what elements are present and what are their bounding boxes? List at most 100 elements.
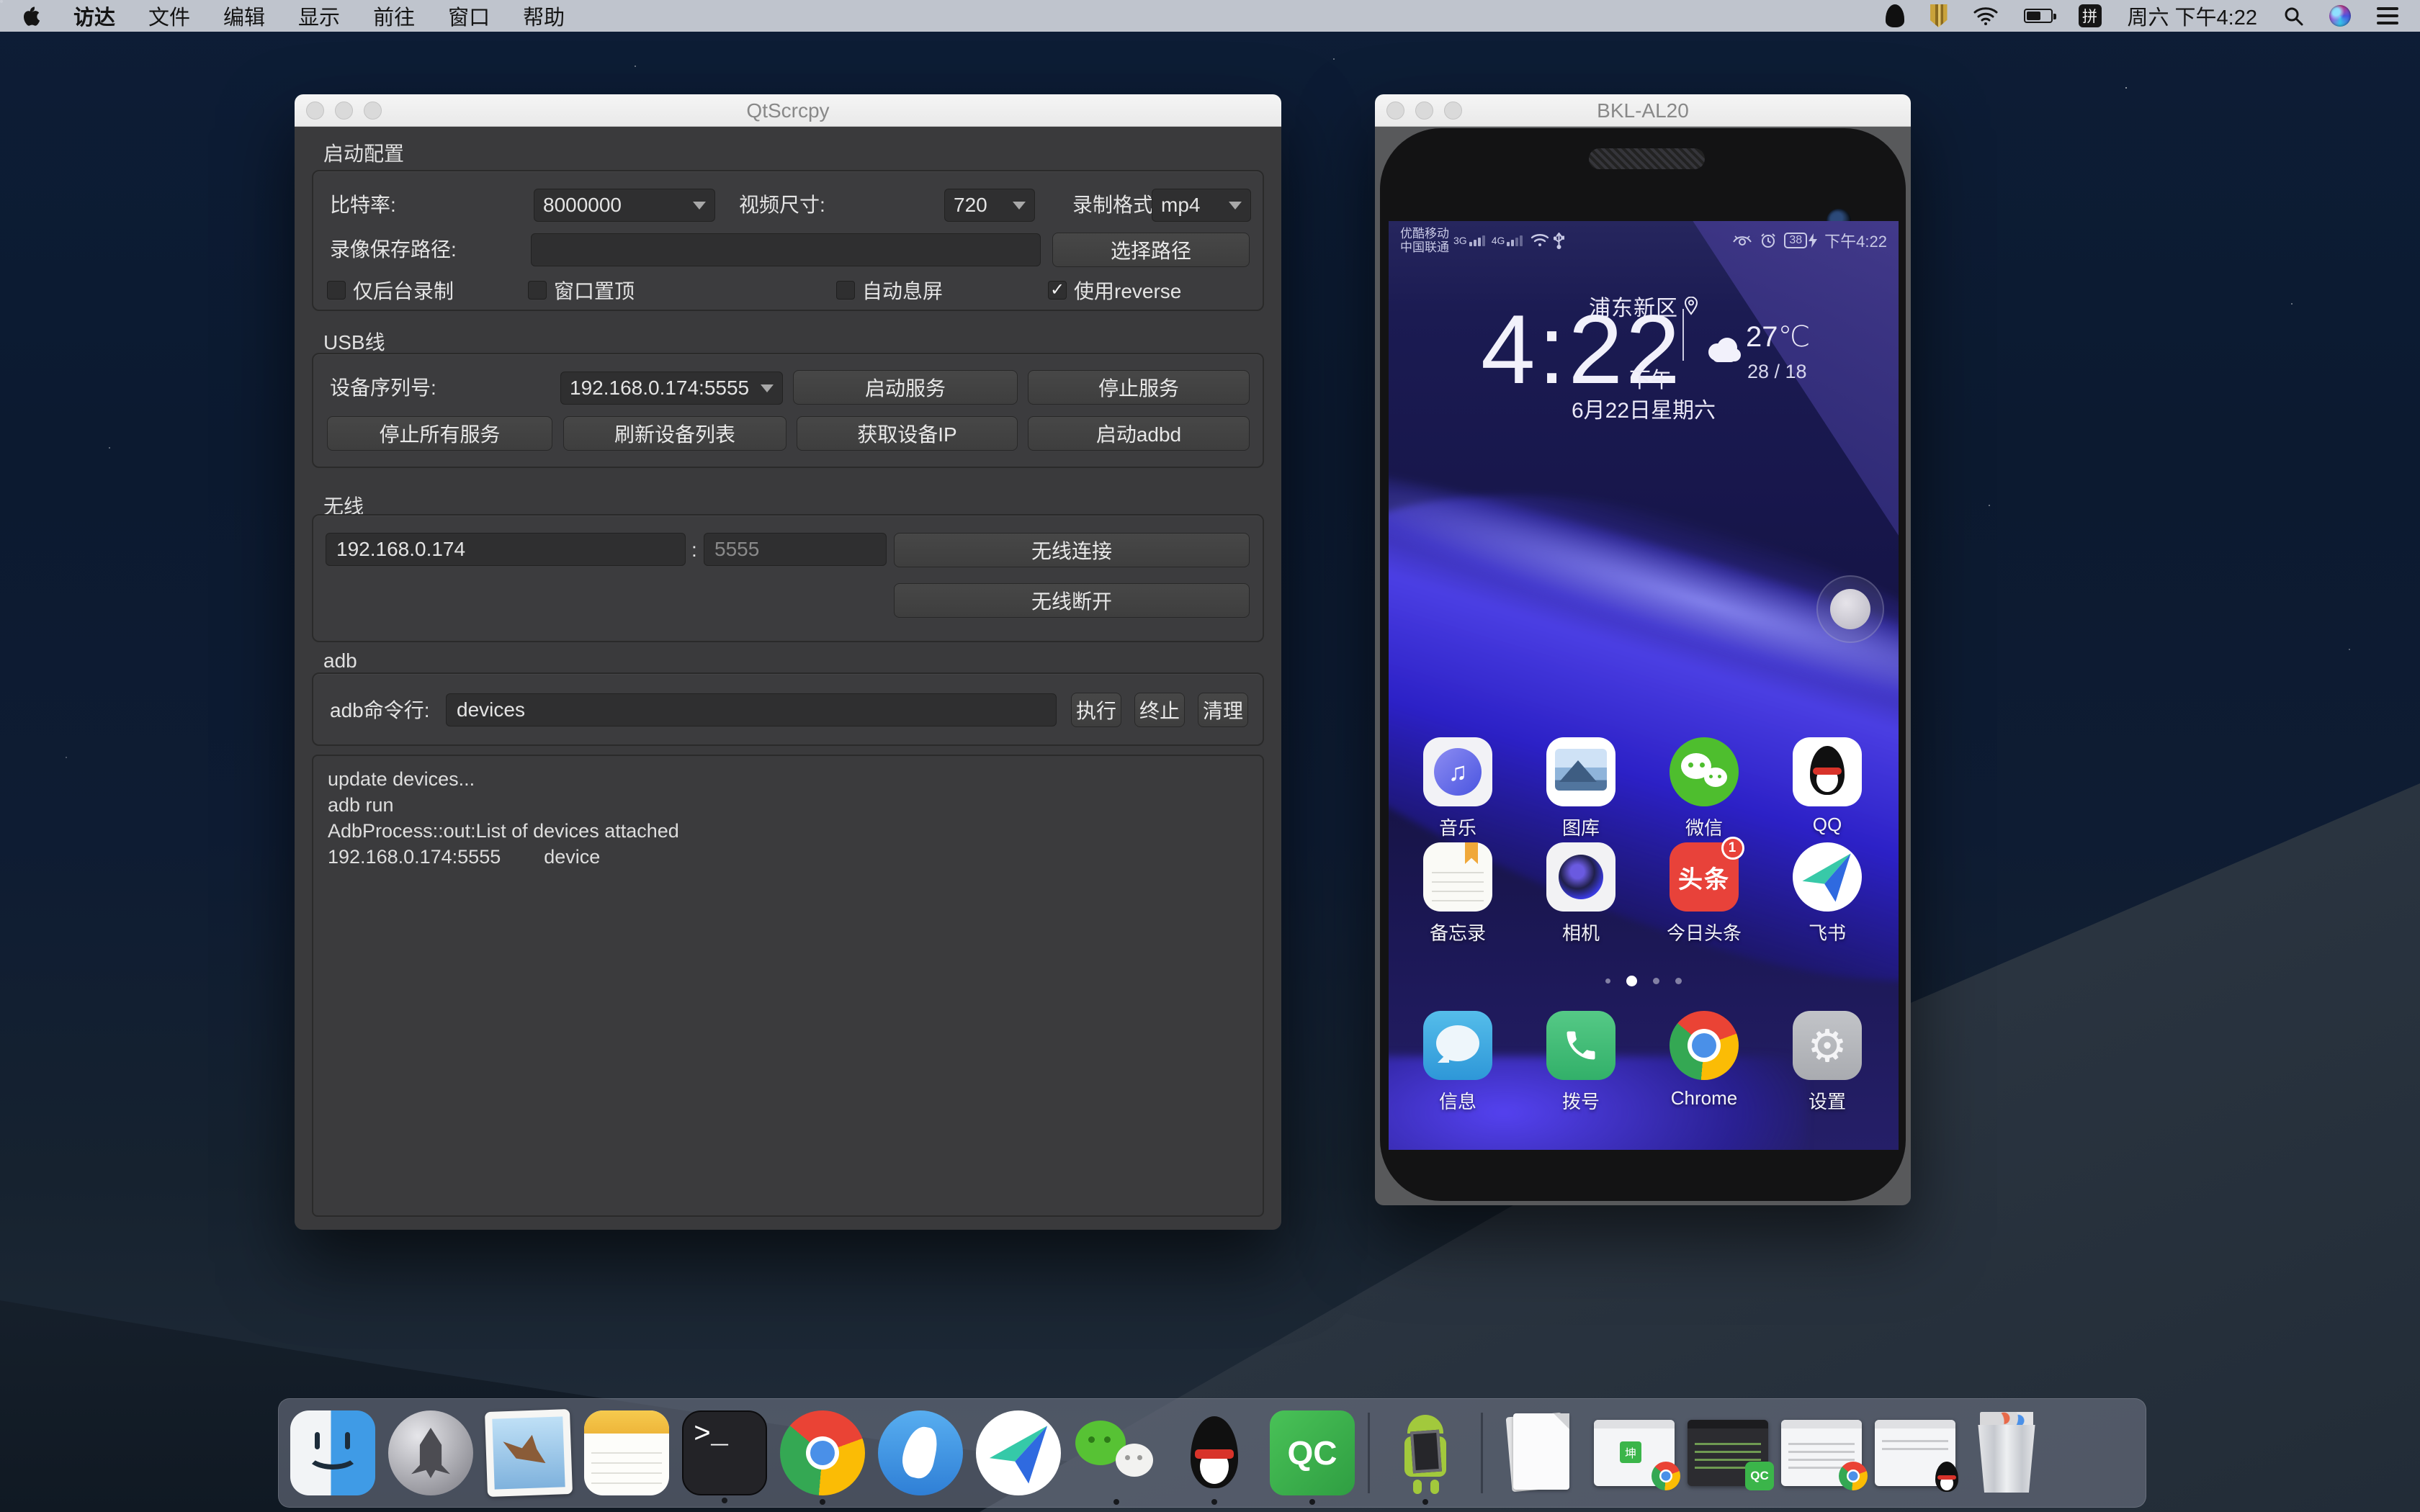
minimize-button[interactable]	[335, 102, 353, 120]
checkbox-box-checked[interactable]: ✓	[1048, 281, 1067, 300]
serial-combobox[interactable]: 192.168.0.174:5555	[560, 372, 783, 405]
zoom-button[interactable]	[364, 102, 382, 120]
wireless-port-input[interactable]	[704, 533, 887, 566]
log-line: update devices...	[328, 766, 1248, 792]
adb-cmd-input[interactable]	[446, 693, 1057, 726]
menu-finder[interactable]: 访达	[73, 1, 115, 31]
checkbox-box[interactable]	[836, 281, 855, 300]
bitrate-label: 比特率:	[330, 189, 396, 222]
stop-service-button[interactable]: 停止服务	[1028, 370, 1250, 405]
record-format-combobox[interactable]: mp4	[1152, 189, 1251, 222]
shield-icon[interactable]	[1930, 4, 1948, 27]
assistive-ball-dot[interactable]	[1830, 589, 1870, 629]
checkbox-always-on-top[interactable]: 窗口置顶	[528, 279, 635, 301]
phone-screen[interactable]: 优酷移动 中国联通 3G 4G	[1389, 221, 1899, 1150]
battery-icon[interactable]	[2024, 9, 2053, 23]
choose-path-button[interactable]: 选择路径	[1052, 233, 1250, 267]
messages-icon	[1423, 1011, 1492, 1080]
app-toutiao[interactable]: 头条 1 今日头条	[1650, 842, 1758, 945]
start-adbd-button[interactable]: 启动adbd	[1028, 416, 1250, 451]
qtscrcpy-titlebar[interactable]: QtScrcpy	[295, 94, 1281, 127]
menu-go[interactable]: 前往	[373, 1, 415, 31]
running-indicator	[820, 1499, 825, 1505]
get-device-ip-button[interactable]: 获取设备IP	[797, 416, 1018, 451]
app-gallery[interactable]: 图库	[1527, 737, 1635, 840]
input-method-icon[interactable]: 拼	[2079, 4, 2102, 27]
adb-clear-button[interactable]: 清理	[1198, 693, 1248, 727]
weather-high-low: 28 / 18	[1747, 361, 1807, 383]
desktop: 访达 文件 编辑 显示 前往 窗口 帮助 拼 周六 下午4:22	[0, 0, 2420, 1512]
checkbox-background-record[interactable]: 仅后台录制	[327, 279, 454, 301]
wireless-connect-button[interactable]: 无线连接	[894, 533, 1250, 567]
dock-terminal[interactable]: >_	[682, 1410, 767, 1495]
dock-launchpad[interactable]	[388, 1410, 473, 1495]
dock-minimized-chrome-window[interactable]: 坤	[1594, 1420, 1675, 1486]
checkbox-box[interactable]	[528, 281, 547, 300]
menu-file[interactable]: 文件	[148, 1, 190, 31]
wireless-disconnect-button[interactable]: 无线断开	[894, 583, 1250, 618]
menu-edit[interactable]: 编辑	[223, 1, 265, 31]
dock-chrome[interactable]	[780, 1410, 865, 1495]
dock-scrcpy-android[interactable]	[1383, 1410, 1468, 1495]
home-page-dots[interactable]	[1389, 976, 1899, 986]
app-wechat[interactable]: 微信	[1650, 737, 1758, 840]
menu-clock[interactable]: 周六 下午4:22	[2128, 1, 2258, 31]
app-qq[interactable]: QQ	[1773, 737, 1881, 836]
app-memo[interactable]: 备忘录	[1404, 842, 1512, 945]
refresh-device-list-button[interactable]: 刷新设备列表	[563, 416, 786, 451]
video-size-combobox[interactable]: 720	[944, 189, 1035, 222]
search-icon[interactable]	[2283, 6, 2303, 26]
zoom-button[interactable]	[1444, 102, 1462, 120]
dock-notes[interactable]	[584, 1410, 669, 1495]
dock-qtcreator[interactable]: QC	[1270, 1410, 1355, 1495]
feishu-icon	[1793, 842, 1862, 912]
minimize-button[interactable]	[1415, 102, 1433, 120]
stop-all-services-button[interactable]: 停止所有服务	[327, 416, 552, 451]
dock-minimized-qq-window[interactable]	[1875, 1420, 1955, 1486]
app-dialer[interactable]: 拨号	[1527, 1011, 1635, 1114]
adb-cmd-label: adb命令行:	[330, 693, 430, 729]
close-button[interactable]	[1386, 102, 1404, 120]
dock-trash[interactable]	[1968, 1410, 2040, 1495]
menu-window[interactable]: 窗口	[448, 1, 490, 31]
app-chrome[interactable]: Chrome	[1650, 1011, 1758, 1110]
adb-run-button[interactable]: 执行	[1071, 693, 1121, 727]
qq-penguin-icon[interactable]	[1886, 4, 1904, 27]
start-service-button[interactable]: 启动服务	[793, 370, 1018, 405]
running-indicator	[722, 1498, 727, 1503]
app-music[interactable]: ♫ 音乐	[1404, 737, 1512, 840]
siri-icon[interactable]	[2329, 5, 2351, 27]
menu-help[interactable]: 帮助	[523, 1, 565, 31]
record-path-input[interactable]	[531, 233, 1041, 266]
checkbox-use-reverse[interactable]: ✓ 使用reverse	[1048, 279, 1181, 301]
wireless-ip-input[interactable]	[326, 533, 686, 566]
checkbox-box[interactable]	[327, 281, 346, 300]
apple-menu-icon[interactable]	[22, 5, 40, 27]
notification-list-icon[interactable]	[2377, 7, 2398, 24]
dock-finder[interactable]	[290, 1410, 375, 1495]
adb-kill-button[interactable]: 终止	[1134, 693, 1185, 727]
dock-documents-stack[interactable]	[1496, 1410, 1581, 1495]
chrome-icon	[1670, 1011, 1739, 1080]
wifi-icon[interactable]	[1973, 6, 1998, 25]
checkbox-screen-off[interactable]: 自动息屏	[836, 279, 943, 301]
phone-titlebar[interactable]: BKL-AL20	[1375, 94, 1911, 127]
dock-paper-plane-app[interactable]	[976, 1410, 1061, 1495]
menu-bar: 访达 文件 编辑 显示 前往 窗口 帮助 拼 周六 下午4:22	[0, 0, 2420, 32]
bitrate-combobox[interactable]: 8000000	[534, 189, 715, 222]
dock-wechat[interactable]	[1074, 1410, 1159, 1495]
app-messages[interactable]: 信息	[1404, 1011, 1512, 1114]
dock-mail[interactable]	[485, 1409, 573, 1497]
menu-view[interactable]: 显示	[298, 1, 340, 31]
dock-blue-seal-app[interactable]	[878, 1410, 963, 1495]
adb-log-output[interactable]: update devices... adb run AdbProcess::ou…	[312, 755, 1264, 1217]
dock-qq[interactable]	[1172, 1410, 1257, 1495]
app-camera[interactable]: 相机	[1527, 842, 1635, 945]
dock-minimized-browser-window[interactable]	[1781, 1420, 1862, 1486]
app-feishu[interactable]: 飞书	[1773, 842, 1881, 945]
close-button[interactable]	[306, 102, 324, 120]
speaker-grille	[1589, 148, 1705, 169]
dock-minimized-code-window[interactable]: QC	[1688, 1420, 1768, 1486]
assistive-ball[interactable]	[1816, 575, 1884, 643]
app-settings[interactable]: ⚙ 设置	[1773, 1011, 1881, 1114]
